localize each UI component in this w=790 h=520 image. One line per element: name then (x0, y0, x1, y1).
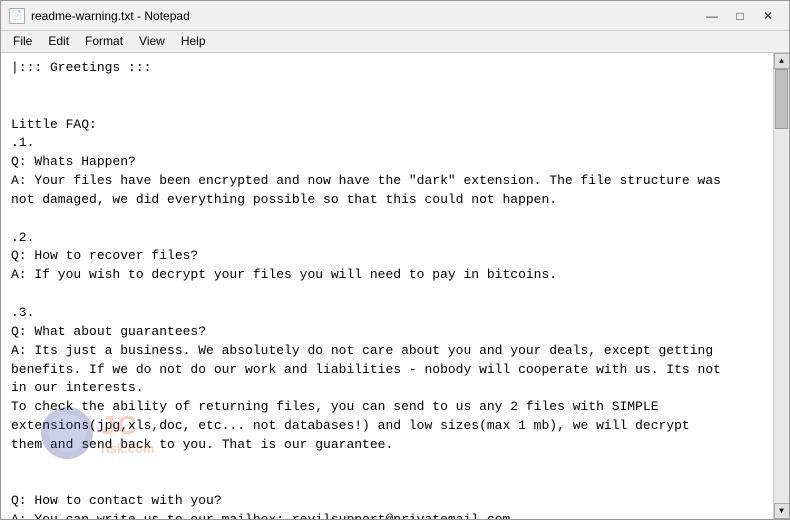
maximize-button[interactable]: □ (727, 6, 753, 26)
window-controls: — □ ✕ (699, 6, 781, 26)
scroll-track[interactable] (774, 69, 789, 503)
content-area: |::: Greetings ::: Little FAQ: .1. Q: Wh… (1, 53, 789, 519)
scroll-down-arrow[interactable]: ▼ (774, 503, 790, 519)
content-wrapper: |::: Greetings ::: Little FAQ: .1. Q: Wh… (1, 53, 773, 519)
scroll-up-arrow[interactable]: ▲ (774, 53, 790, 69)
window-title: readme-warning.txt - Notepad (31, 9, 190, 23)
vertical-scrollbar[interactable]: ▲ ▼ (773, 53, 789, 519)
close-button[interactable]: ✕ (755, 6, 781, 26)
title-bar-left: 📄 readme-warning.txt - Notepad (9, 8, 190, 24)
notepad-window: 📄 readme-warning.txt - Notepad — □ ✕ Fil… (0, 0, 790, 520)
menu-format[interactable]: Format (77, 33, 131, 50)
menu-help[interactable]: Help (173, 33, 214, 50)
app-icon: 📄 (9, 8, 25, 24)
menu-edit[interactable]: Edit (40, 33, 77, 50)
title-bar: 📄 readme-warning.txt - Notepad — □ ✕ (1, 1, 789, 31)
scroll-thumb[interactable] (775, 69, 788, 129)
minimize-button[interactable]: — (699, 6, 725, 26)
menu-view[interactable]: View (131, 33, 173, 50)
menu-file[interactable]: File (5, 33, 40, 50)
text-editor[interactable]: |::: Greetings ::: Little FAQ: .1. Q: Wh… (1, 53, 773, 519)
menu-bar: File Edit Format View Help (1, 31, 789, 53)
